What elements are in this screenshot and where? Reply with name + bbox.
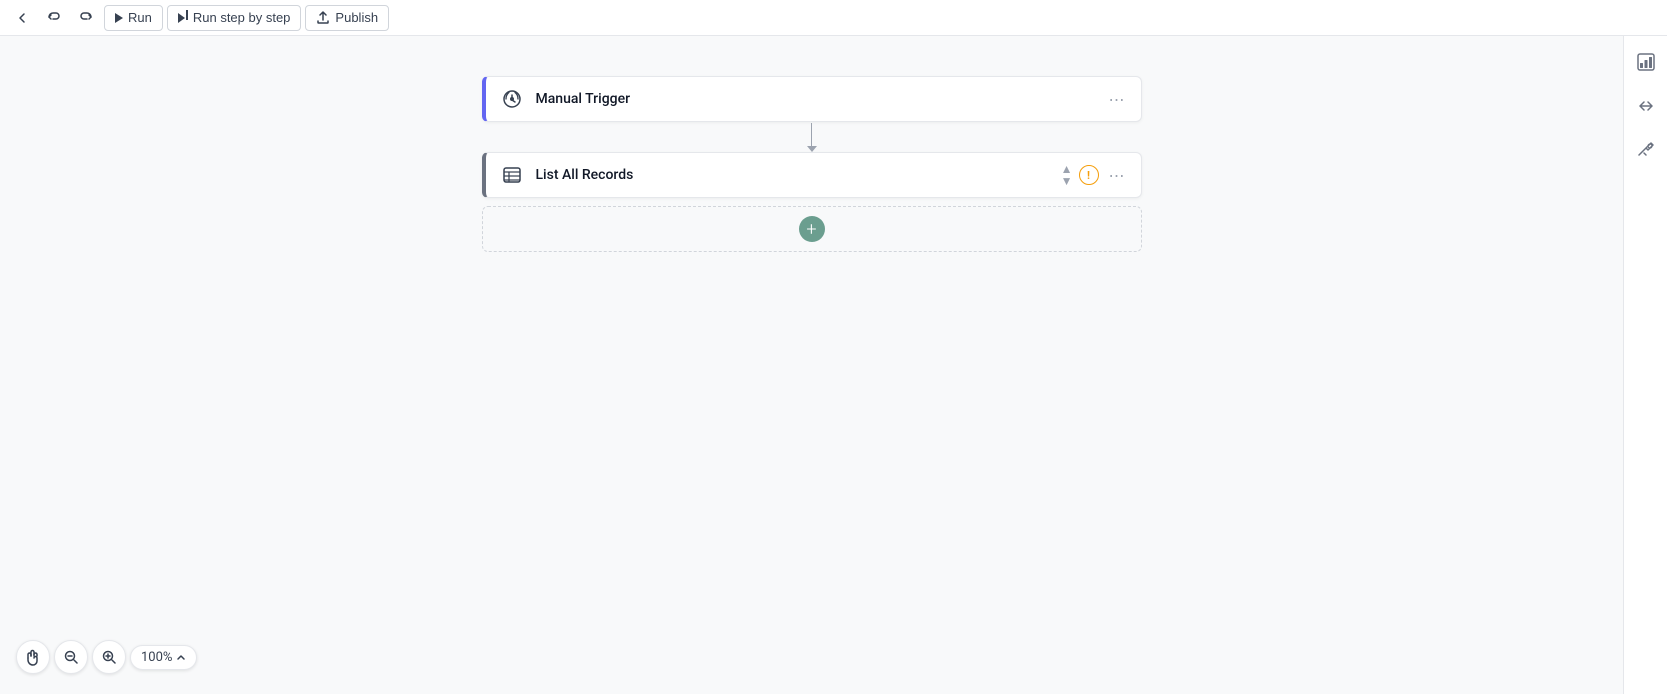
action-icon bbox=[498, 161, 526, 189]
connector-arrow bbox=[811, 122, 813, 152]
run-step-button[interactable]: Run step by step bbox=[167, 5, 302, 31]
trigger-menu-icon[interactable]: ⋯ bbox=[1105, 88, 1129, 111]
publish-label: Publish bbox=[335, 10, 378, 25]
run-button[interactable]: Run bbox=[104, 5, 163, 31]
workflow-column: Manual Trigger ⋯ List All Records bbox=[482, 76, 1142, 252]
back-button[interactable] bbox=[8, 5, 36, 31]
action-controls: ▲ ▼ ! ⋯ bbox=[1061, 163, 1129, 187]
publish-button[interactable]: Publish bbox=[305, 5, 389, 31]
action-menu-icon[interactable]: ⋯ bbox=[1105, 164, 1129, 187]
redo-button[interactable] bbox=[72, 5, 100, 31]
sidebar-icon-telescope[interactable] bbox=[1632, 136, 1660, 164]
sidebar-icon-chart[interactable] bbox=[1632, 48, 1660, 76]
zoom-level-text: 100% bbox=[141, 650, 172, 665]
connector-line bbox=[811, 123, 812, 147]
right-sidebar bbox=[1623, 36, 1667, 694]
action-label: List All Records bbox=[536, 167, 1061, 183]
step-play-icon bbox=[178, 13, 188, 23]
zoom-level-pill[interactable]: 100% bbox=[130, 645, 197, 670]
sort-icon[interactable]: ▲ ▼ bbox=[1061, 163, 1073, 187]
connector-arrowhead bbox=[807, 146, 817, 152]
play-icon bbox=[115, 13, 123, 23]
bottom-controls: 100% bbox=[16, 640, 197, 674]
toolbar: Run Run step by step Publish bbox=[0, 0, 1667, 36]
add-node-button[interactable]: + bbox=[799, 216, 825, 242]
run-step-label: Run step by step bbox=[193, 10, 291, 25]
publish-icon bbox=[316, 11, 330, 25]
trigger-label: Manual Trigger bbox=[536, 91, 1105, 107]
zoom-out-button[interactable] bbox=[54, 640, 88, 674]
workflow-canvas: Manual Trigger ⋯ List All Records bbox=[0, 36, 1623, 694]
hand-tool-button[interactable] bbox=[16, 640, 50, 674]
trigger-controls: ⋯ bbox=[1105, 88, 1129, 111]
action-node[interactable]: List All Records ▲ ▼ ! ⋯ bbox=[482, 152, 1142, 198]
zoom-in-button[interactable] bbox=[92, 640, 126, 674]
undo-button[interactable] bbox=[40, 5, 68, 31]
run-label: Run bbox=[128, 10, 152, 25]
trigger-node[interactable]: Manual Trigger ⋯ bbox=[482, 76, 1142, 122]
sidebar-icon-connect[interactable] bbox=[1632, 92, 1660, 120]
trigger-icon bbox=[498, 85, 526, 113]
warning-icon: ! bbox=[1079, 165, 1099, 185]
chevron-up-icon bbox=[176, 652, 186, 662]
add-icon: + bbox=[806, 219, 816, 240]
add-node-area[interactable]: + bbox=[482, 206, 1142, 252]
